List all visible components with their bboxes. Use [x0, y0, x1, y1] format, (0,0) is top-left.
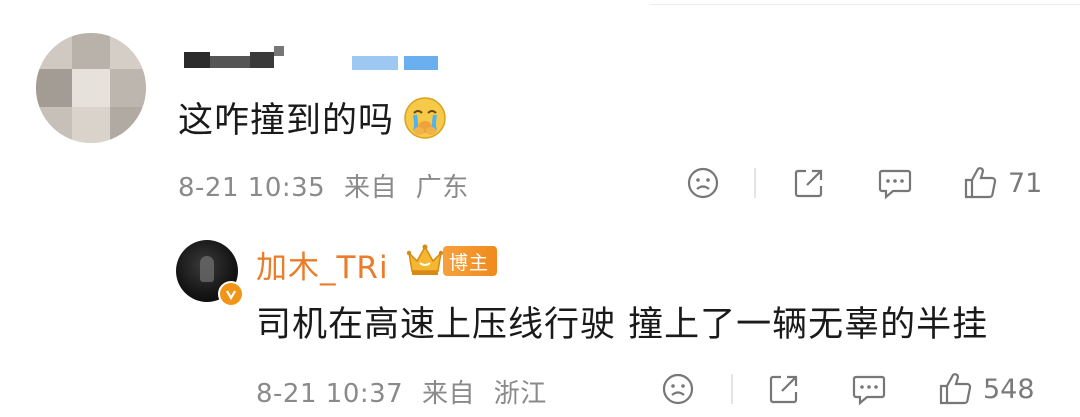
comment-icon [852, 375, 886, 406]
verified-icon [218, 281, 244, 307]
username-obscured[interactable] [180, 36, 440, 76]
crown-icon [405, 241, 445, 281]
like-count: 548 [983, 373, 1035, 405]
avatar-figure [200, 256, 214, 282]
divider [731, 374, 733, 404]
share-icon [769, 375, 798, 404]
dislike-face-icon [662, 373, 694, 405]
dislike-button[interactable] [686, 166, 720, 200]
reply-button[interactable] [877, 166, 913, 200]
reply-meta: 8-21 10:37 来自 浙江 [256, 373, 547, 410]
reply-author-name[interactable]: 加木_TRi [256, 242, 389, 287]
blogger-badge: 博主 [405, 241, 498, 281]
thumbs-up-icon [939, 373, 972, 405]
source-label: 来自 [343, 173, 397, 203]
location: 广东 [415, 173, 469, 203]
thumbs-up-icon [964, 167, 997, 199]
share-icon [794, 169, 823, 198]
dislike-face-icon [687, 167, 719, 199]
reply-button[interactable] [851, 372, 887, 406]
comment-text: 这咋撞到的吗 [178, 92, 448, 143]
top-divider [650, 4, 1080, 5]
comment-body: 这咋撞到的吗 [178, 101, 395, 141]
source-label: 来自 [421, 379, 475, 409]
timestamp: 8-21 10:37 [256, 379, 404, 409]
location: 浙江 [493, 379, 547, 409]
like-button[interactable]: 548 [937, 371, 1035, 407]
comment-meta: 8-21 10:35 来自 广东 [178, 167, 469, 204]
like-button[interactable]: 71 [962, 165, 1042, 201]
comment-icon [878, 169, 912, 200]
share-button[interactable] [767, 372, 801, 406]
dislike-button[interactable] [661, 372, 695, 406]
like-count: 71 [1008, 167, 1043, 199]
reply-text: 司机在高速上压线行驶 撞上了一辆无辜的半挂 [256, 305, 989, 345]
badge-label: 博主 [443, 246, 498, 276]
emoji-crying-icon [402, 95, 448, 141]
timestamp: 8-21 10:35 [178, 173, 326, 203]
divider [754, 168, 756, 198]
share-button[interactable] [792, 166, 826, 200]
avatar[interactable] [36, 33, 146, 143]
